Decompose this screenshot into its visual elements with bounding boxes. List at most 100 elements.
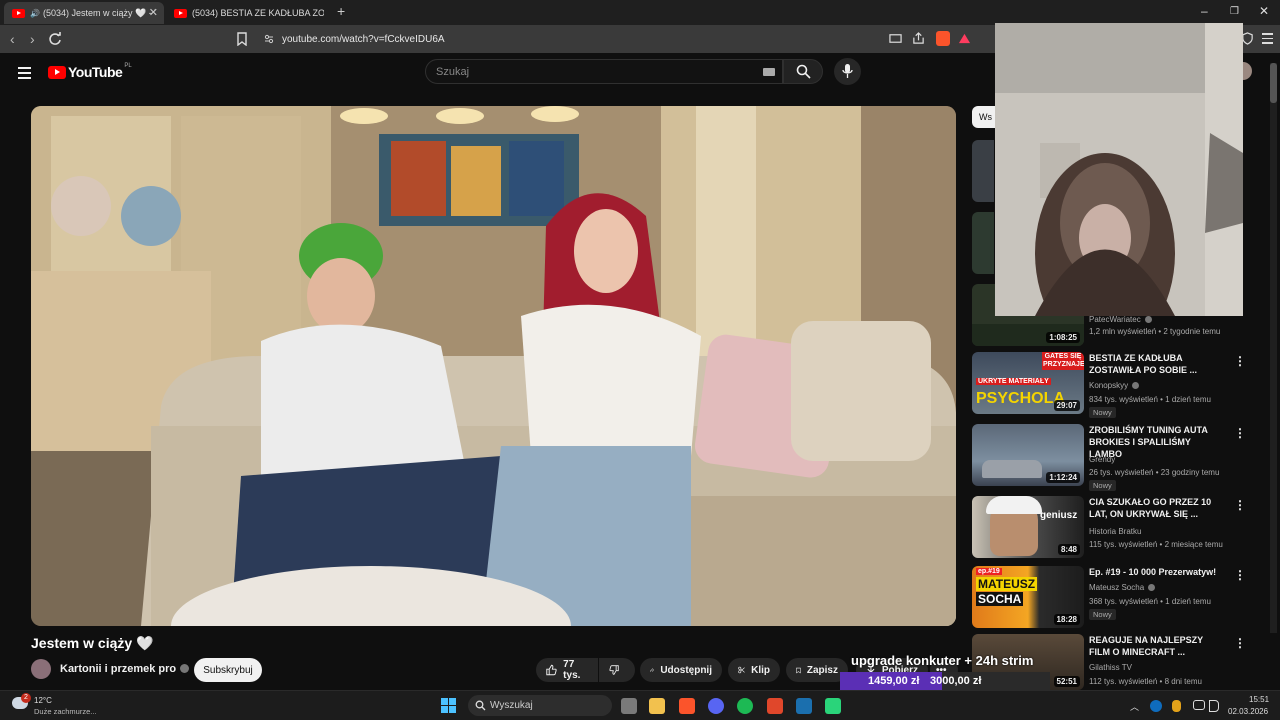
video-frame — [31, 106, 956, 626]
video-channel[interactable]: Gilathiss TV — [1089, 663, 1132, 672]
search-button[interactable] — [783, 59, 823, 84]
video-title[interactable]: BESTIA ZE KADŁUBA ZOSTAWIŁA PO SOBIE ... — [1089, 352, 1221, 376]
thumbnail-text: MATEUSZ — [976, 577, 1038, 591]
video-thumbnail[interactable]: 1:12:24 — [972, 424, 1084, 486]
video-channel[interactable]: Historia Bratku — [1089, 527, 1141, 536]
youtube-logo-text: YouTube — [68, 64, 123, 80]
brave-browser-icon[interactable] — [679, 698, 695, 714]
video-thumbnail[interactable] — [972, 212, 994, 274]
android-app-icon[interactable] — [825, 698, 841, 714]
video-thumbnail[interactable] — [972, 140, 994, 202]
more-options-icon[interactable]: ⋮ — [1234, 568, 1246, 582]
new-tab-button[interactable]: + — [337, 3, 345, 19]
share-label: Udostępnij — [660, 664, 712, 676]
youtube-logo[interactable]: YouTube PL — [48, 63, 132, 80]
video-channel-text: Konopskyy — [1089, 381, 1129, 390]
browser-menu-icon[interactable] — [1262, 33, 1273, 44]
page-scrollbar[interactable] — [1270, 63, 1277, 633]
more-options-icon[interactable]: ⋮ — [1234, 354, 1246, 368]
like-count: 77 tys. — [563, 659, 581, 681]
weather-temperature[interactable]: 12°C — [34, 696, 52, 705]
windows-start-icon[interactable] — [441, 698, 457, 714]
recommended-video[interactable]: ep.#19 MATEUSZ SOCHA 18:28 Ep. #19 - 10 … — [972, 566, 1252, 630]
clip-button[interactable]: Klip — [728, 658, 780, 682]
clock-date[interactable]: 02.03.2026 — [1228, 707, 1268, 716]
browser-tab[interactable]: (5034) BESTIA ZE KADŁUBA ZOSTAW — [166, 2, 326, 24]
taskbar-search[interactable]: Wyszukaj — [468, 695, 612, 716]
volume-icon[interactable] — [1209, 700, 1219, 712]
new-badge: Nowy — [1089, 480, 1116, 491]
file-explorer-icon[interactable] — [649, 698, 665, 714]
video-thumbnail[interactable]: ep.#19 MATEUSZ SOCHA 18:28 — [972, 566, 1084, 628]
like-button[interactable]: 77 tys. — [536, 658, 598, 682]
share-button[interactable]: Udostępnij — [640, 658, 722, 682]
video-thumbnail[interactable]: UKRYTE MATERIAŁY PSYCHOLA GATES SIĘ PRZY… — [972, 352, 1084, 414]
brave-app-icon[interactable] — [767, 698, 783, 714]
more-options-icon[interactable]: ⋮ — [1234, 636, 1246, 650]
close-window-button[interactable]: ✕ — [1259, 4, 1269, 18]
video-title[interactable]: Ep. #19 - 10 000 Prezerwatyw! — [1089, 566, 1221, 578]
channel-name[interactable]: Kartonii i przemek pro — [60, 663, 190, 675]
video-channel[interactable]: PatecWariatec — [1089, 315, 1152, 324]
recommended-video[interactable]: geniusz 8:48 CIA SZUKAŁO GO PRZEZ 10 LAT… — [972, 496, 1252, 560]
video-meta: 112 tys. wyświetleń • 8 dni temu — [1089, 677, 1202, 686]
new-badge: Nowy — [1089, 609, 1116, 620]
thumbs-up-icon — [546, 664, 557, 676]
search-input[interactable]: Szukaj — [425, 59, 783, 84]
voice-search-button[interactable] — [834, 58, 861, 85]
save-button[interactable]: Zapisz — [786, 658, 848, 682]
forward-icon[interactable]: › — [30, 31, 35, 47]
weather-description[interactable]: Duże zachmurze... — [34, 707, 97, 716]
browser-tab-active[interactable]: 🔊 (5034) Jestem w ciąży 🤍 - Yo ✕ — [4, 2, 164, 24]
recommended-video[interactable]: 1:12:24 ZROBILIŚMY TUNING AUTA BROKIES I… — [972, 424, 1252, 491]
thumbs-down-icon — [609, 665, 619, 675]
filter-chip-all[interactable]: Ws — [972, 106, 996, 128]
chevron-up-icon[interactable]: ︿ — [1130, 700, 1139, 713]
reload-icon[interactable] — [48, 32, 62, 46]
task-view-icon[interactable] — [621, 698, 637, 714]
search-icon — [796, 64, 811, 79]
back-icon[interactable]: ‹ — [10, 31, 15, 47]
webcam-overlay — [995, 23, 1243, 316]
cast-icon[interactable] — [889, 32, 902, 45]
onedrive-icon[interactable] — [1150, 700, 1162, 712]
video-channel[interactable]: Grendy — [1089, 455, 1115, 464]
clock-time[interactable]: 15:51 — [1249, 695, 1269, 704]
more-options-icon[interactable]: ⋮ — [1234, 498, 1246, 512]
microphone-tray-icon[interactable] — [1172, 700, 1181, 712]
subscribe-button[interactable]: Subskrybuj — [194, 658, 262, 682]
video-duration: 8:48 — [1057, 544, 1080, 555]
channel-avatar[interactable] — [31, 659, 51, 679]
channel-name-text: Kartonii i przemek pro — [60, 663, 177, 675]
clip-label: Klip — [751, 664, 770, 676]
video-channel[interactable]: Mateusz Socha — [1089, 583, 1156, 592]
spotify-icon[interactable] — [737, 698, 753, 714]
brave-rewards-icon[interactable] — [958, 32, 971, 45]
goal-target: 3000,00 zł — [930, 675, 982, 687]
speaker-icon[interactable]: 🔊 — [30, 9, 40, 18]
tab-close-icon[interactable]: ✕ — [149, 6, 158, 19]
video-thumbnail[interactable]: geniusz 8:48 — [972, 496, 1084, 558]
share-page-icon[interactable] — [912, 32, 925, 45]
search-icon — [475, 700, 486, 711]
minimize-button[interactable]: – — [1201, 4, 1208, 18]
video-channel[interactable]: Konopskyy — [1089, 381, 1140, 390]
keyboard-icon[interactable] — [763, 68, 775, 76]
video-title[interactable]: CIA SZUKAŁO GO PRZEZ 10 LAT, ON UKRYWAŁ … — [1089, 496, 1221, 520]
site-settings-icon[interactable] — [264, 34, 274, 44]
hamburger-menu-icon[interactable] — [18, 67, 31, 82]
more-options-icon[interactable]: ⋮ — [1234, 426, 1246, 440]
video-title[interactable]: REAGUJE NA NAJLEPSZY FILM O MINECRAFT ..… — [1089, 634, 1221, 658]
video-player[interactable] — [31, 106, 956, 626]
stream-goal-title: upgrade konkuter + 24h strim — [851, 653, 1034, 668]
steam-icon[interactable] — [796, 698, 812, 714]
bookmark-icon[interactable] — [236, 32, 248, 46]
maximize-button[interactable]: ❐ — [1230, 6, 1239, 17]
network-icon[interactable] — [1193, 700, 1205, 710]
recommended-video[interactable]: UKRYTE MATERIAŁY PSYCHOLA GATES SIĘ PRZY… — [972, 352, 1252, 418]
discord-icon[interactable] — [708, 698, 724, 714]
save-playlist-icon — [796, 667, 801, 673]
brave-shields-icon[interactable] — [936, 31, 950, 46]
url-field[interactable]: youtube.com/watch?v=fCckveIDU6A — [256, 28, 991, 50]
dislike-button[interactable] — [599, 658, 635, 682]
